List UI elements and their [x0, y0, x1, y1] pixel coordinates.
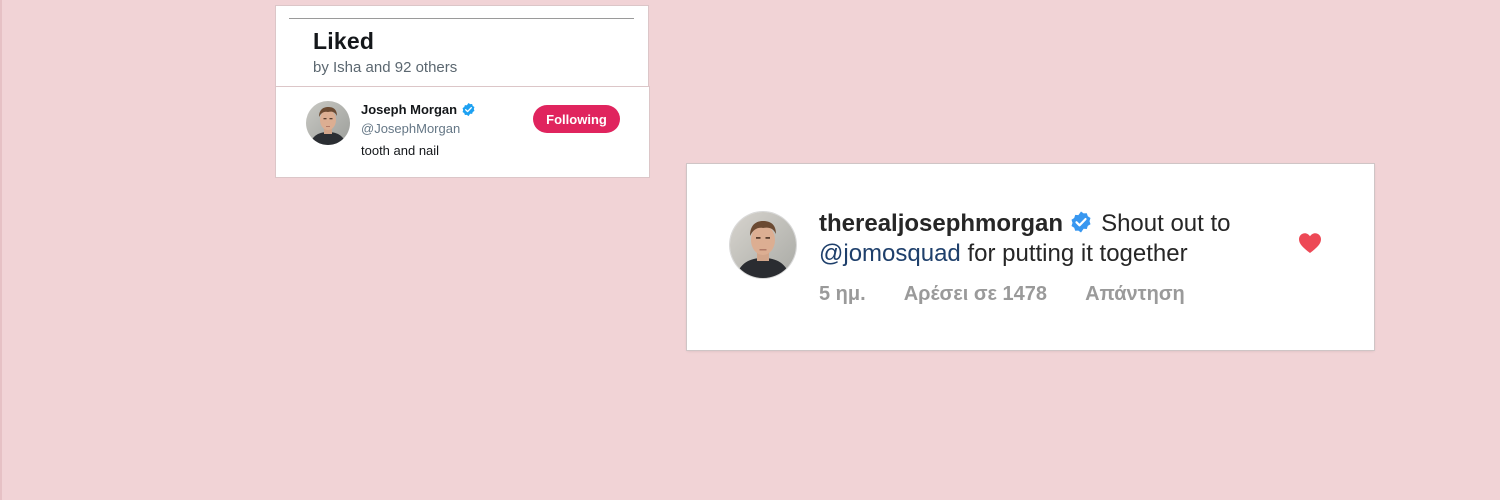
comment-text-before: Shout out to — [1101, 210, 1231, 237]
avatar-portrait-icon — [306, 101, 350, 145]
avatar-portrait-icon — [730, 212, 796, 278]
verified-badge-icon — [1071, 211, 1091, 233]
comment-avatar[interactable] — [730, 212, 796, 278]
comment-card: therealjosephmorgan Shout out to @jomosq… — [687, 164, 1374, 350]
verified-badge-icon — [462, 102, 475, 117]
liked-title: Liked — [313, 28, 375, 54]
avatar[interactable] — [306, 101, 350, 145]
comment-text-after: for putting it together — [967, 240, 1188, 267]
comment-timestamp: 5 ημ. — [819, 283, 866, 305]
liked-panel-header: Liked by Isha and 92 others — [276, 6, 648, 87]
user-list-item[interactable]: Joseph Morgan @JosephMorgan tooth and na… — [276, 87, 649, 177]
comment-likes-count[interactable]: Αρέσει σε 1478 — [904, 283, 1047, 306]
comment-username[interactable]: therealjosephmorgan — [819, 210, 1063, 237]
liked-subtitle[interactable]: by Isha and 92 others — [313, 59, 457, 76]
comment-meta: 5 ημ. Αρέσει σε 1478 Απάντηση — [819, 283, 1185, 306]
heart-icon[interactable] — [1298, 232, 1322, 254]
divider — [289, 18, 634, 19]
reply-button[interactable]: Απάντηση — [1085, 283, 1185, 306]
user-handle: @JosephMorgan — [361, 121, 461, 136]
comment-mention-link[interactable]: @jomosquad — [819, 240, 961, 267]
page-edge — [0, 0, 2, 500]
user-name-line: Joseph Morgan — [361, 102, 476, 117]
comment-body: therealjosephmorgan Shout out to @jomosq… — [819, 209, 1289, 269]
user-display-name[interactable]: Joseph Morgan — [361, 102, 457, 117]
user-bio: tooth and nail — [361, 143, 440, 158]
following-button[interactable]: Following — [533, 105, 620, 133]
